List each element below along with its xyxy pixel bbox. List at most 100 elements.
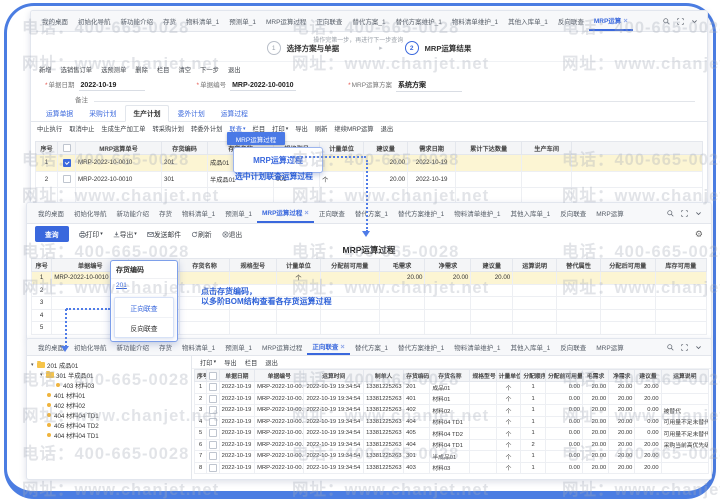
tab-替代方案_1[interactable]: 替代方案_1	[350, 339, 393, 355]
toolbar-item-选销售订单[interactable]: 选销售订单	[61, 65, 92, 74]
search-icon[interactable]	[667, 343, 674, 351]
table-row[interactable]: 7 2022-10-19 MRP-2022-10-00.. 2022-10-19 19…	[193, 450, 710, 463]
toolbar-item-退出[interactable]: 退出	[381, 124, 394, 133]
tab-替代方案_1[interactable]: 替代方案_1	[347, 11, 390, 31]
plan-field[interactable]: 系统方案	[396, 80, 463, 92]
checkbox[interactable]	[209, 383, 218, 392]
fullscreen-icon[interactable]	[681, 209, 688, 217]
toolbar-item-导出[interactable]: 导出	[224, 358, 237, 367]
close-icon[interactable]: ×	[623, 16, 627, 25]
tab-其他入库单_1[interactable]: 其他入库单_1	[506, 203, 556, 223]
checkbox[interactable]	[62, 175, 71, 184]
export-button[interactable]: 导出 ▾	[113, 229, 137, 239]
tab-MRP运算[interactable]: MRP运算 ×	[588, 11, 633, 31]
tab-我的桌面[interactable]: 我的桌面	[37, 11, 73, 31]
tree-node[interactable]: 404 材料04 TD1	[29, 430, 189, 440]
tab-我的桌面[interactable]: 我的桌面	[33, 203, 69, 223]
tab-MRP运算过程[interactable]: MRP运算过程	[261, 11, 311, 31]
toolbar-item-导出[interactable]: 导出	[295, 124, 308, 133]
toolbar-item-生成生产加工单[interactable]: 生成生产加工单	[101, 124, 145, 133]
tab-预测单_1[interactable]: 预测单_1	[220, 203, 257, 223]
toolbar-item-选预测单[interactable]: 选预测单	[101, 65, 126, 74]
chevron-down-icon[interactable]	[695, 344, 702, 351]
chevron-down-icon[interactable]	[691, 18, 698, 25]
toolbar-item-转采购计划[interactable]: 转采购计划	[152, 124, 183, 133]
tab-初始化导航[interactable]: 初始化导航	[69, 339, 112, 355]
print-button[interactable]: 打印 ▾	[78, 229, 103, 239]
toolbar-item-新增[interactable]: 新增	[39, 65, 52, 74]
checkbox[interactable]	[209, 417, 218, 426]
table-row[interactable]: 2 2022-10-19 MRP-2022-10-00.. 2022-10-19 19…	[193, 392, 710, 405]
subtab-采购计划[interactable]: 采购计划	[82, 106, 123, 121]
checkbox[interactable]	[209, 440, 218, 449]
tab-替代方案维护_1[interactable]: 替代方案维护_1	[393, 203, 449, 223]
toolbar-item-栏目[interactable]: 栏目	[245, 358, 258, 367]
toolbar-item-退出[interactable]: 退出	[228, 65, 241, 74]
tree-node[interactable]: ▾ 301 半成品01	[29, 370, 189, 380]
tab-物料清单维护_1[interactable]: 物料清单维护_1	[447, 11, 503, 31]
checkbox[interactable]	[209, 429, 218, 438]
tab-其他入库单_1[interactable]: 其他入库单_1	[506, 339, 556, 355]
tab-正向联查[interactable]: 正向联查	[311, 11, 347, 31]
tab-正向联查[interactable]: 正向联查	[314, 203, 350, 223]
tree-node[interactable]: 405 材料04 TD2	[29, 420, 189, 430]
search-icon[interactable]	[667, 209, 674, 217]
tab-新功能介绍[interactable]: 新功能介绍	[112, 203, 155, 223]
close-icon[interactable]: ×	[304, 208, 308, 217]
tab-物料清单维护_1[interactable]: 物料清单维护_1	[449, 203, 505, 223]
table-row[interactable]: 1 2022-10-19 MRP-2022-10-00.. 2022-10-19 19…	[193, 381, 710, 394]
table-row[interactable]: 4 2022-10-19 MRP-2022-10-00.. 2022-10-19 19…	[193, 415, 710, 428]
toolbar-item-继续MRP运算[interactable]: 继续MRP运算	[334, 124, 373, 133]
tab-预测单_1[interactable]: 预测单_1	[224, 11, 261, 31]
tab-预测单_1[interactable]: 预测单_1	[220, 339, 257, 355]
inventory-code-link[interactable]: 201	[111, 279, 177, 294]
close-icon[interactable]: ×	[340, 342, 344, 351]
checkbox[interactable]	[209, 394, 218, 403]
query-button[interactable]: 查询	[35, 226, 69, 242]
table-row[interactable]: 6 2022-10-19 MRP-2022-10-00.. 2022-10-19 19…	[193, 438, 710, 451]
checkbox-checked[interactable]	[62, 158, 71, 167]
tab-MRP运算[interactable]: MRP运算	[591, 339, 628, 355]
tab-MRP运算过程[interactable]: MRP运算过程	[257, 339, 307, 355]
tab-物料清单维护_1[interactable]: 物料清单维护_1	[449, 339, 505, 355]
toolbar-item-取消中止[interactable]: 取消中止	[69, 124, 94, 133]
remark-field[interactable]	[94, 93, 695, 102]
tab-替代方案_1[interactable]: 替代方案_1	[350, 203, 393, 223]
gear-icon[interactable]: ⚙	[695, 229, 703, 240]
tab-反向联查[interactable]: 反向联查	[553, 11, 589, 31]
toolbar-item-栏目[interactable]: 栏目	[157, 65, 170, 74]
table-row[interactable]: 5 2022-10-19 MRP-2022-10-00.. 2022-10-19 19…	[193, 427, 710, 440]
fullscreen-icon[interactable]	[677, 17, 684, 25]
linkquery-menu-item[interactable]: MRP运算过程	[227, 132, 285, 145]
menu-item-forward-query[interactable]: 正向联查	[115, 298, 173, 318]
tree-node[interactable]: 402 材料02	[29, 400, 189, 410]
tab-初始化导航[interactable]: 初始化导航	[73, 11, 116, 31]
tab-MRP运算过程[interactable]: MRP运算过程 ×	[256, 203, 314, 223]
tab-存货[interactable]: 存货	[154, 203, 177, 223]
toolbar-item-退出[interactable]: 退出	[265, 358, 278, 367]
tab-物料清单_1[interactable]: 物料清单_1	[177, 339, 220, 355]
date-field[interactable]: 2022-10-19	[78, 82, 145, 91]
toolbar-item-清空[interactable]: 清空	[178, 65, 191, 74]
table-row[interactable]: 3 2022-10-19 MRP-2022-10-00.. 2022-10-19 19…	[193, 404, 710, 417]
refresh-button[interactable]: 刷新	[191, 229, 212, 239]
tab-反向联查[interactable]: 反向联查	[555, 203, 591, 223]
checkbox[interactable]	[62, 144, 71, 152]
tab-MRP运算[interactable]: MRP运算	[591, 203, 628, 223]
tree-node[interactable]: 403 材料03	[29, 380, 189, 390]
table-row[interactable]: 1 MRP-2022-10-0010 201 成品01 20.00 2022-10-19	[35, 154, 703, 172]
subtab-运算过程[interactable]: 运算过程	[214, 106, 255, 121]
tab-物料清单_1[interactable]: 物料清单_1	[177, 203, 220, 223]
tab-存货[interactable]: 存货	[158, 11, 181, 31]
tree-node[interactable]: 404 材料04 TD1	[29, 410, 189, 420]
tab-物料清单_1[interactable]: 物料清单_1	[181, 11, 224, 31]
menu-item-reverse-query[interactable]: 反向联查	[115, 318, 173, 337]
tab-替代方案维护_1[interactable]: 替代方案维护_1	[391, 11, 447, 31]
tree-node[interactable]: ▾ 201 成品01	[29, 360, 189, 370]
search-icon[interactable]	[663, 17, 670, 25]
tab-正向联查[interactable]: 正向联查 ×	[307, 339, 350, 355]
toolbar-item-刷新[interactable]: 刷新	[315, 124, 328, 133]
toolbar-item-下一步[interactable]: 下一步	[200, 65, 219, 74]
checkbox[interactable]	[209, 371, 218, 380]
toolbar-item-转委外计划[interactable]: 转委外计划	[191, 124, 222, 133]
